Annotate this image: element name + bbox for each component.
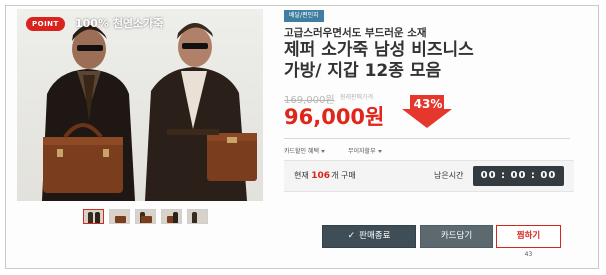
buyers-count: 현재 106개 구매 — [294, 170, 356, 181]
point-caption: 100% 천연소가죽 — [75, 17, 164, 30]
thumbnail-4[interactable] — [161, 209, 182, 224]
product-image: POINT 100% 천연소가죽 — [17, 9, 263, 201]
wishlist-button[interactable]: 찜하기 — [496, 225, 561, 248]
point-badge: POINT — [26, 17, 65, 31]
sale-price: 96,000원 — [284, 105, 385, 129]
buyers-prefix: 현재 — [294, 171, 309, 180]
interest-free-label: 무이자할부 — [348, 148, 376, 155]
category-tag: 배달/편인지 — [284, 10, 324, 22]
countdown-timer: 00 : 00 : 00 — [473, 166, 564, 186]
chevron-down-icon — [321, 150, 326, 153]
product-title-line-2: 가방/ 지갑 12종 모음 — [284, 61, 442, 81]
thumbnail-3[interactable] — [135, 209, 156, 224]
price-divider — [284, 138, 570, 139]
sold-out-label: 판매종료 — [359, 231, 391, 241]
interest-free-option[interactable]: 무이자할부 — [348, 146, 382, 155]
check-icon: ✓ — [347, 231, 356, 241]
product-title: 제퍼 소가죽 남성 비즈니스 가방/ 지갑 12종 모음 — [284, 40, 564, 82]
thumbnail-1[interactable] — [83, 209, 104, 224]
buyers-number: 106 — [311, 171, 331, 181]
sold-out-button[interactable]: ✓ 판매종료 — [322, 225, 416, 248]
product-subtitle: 고급스러우면서도 부드러운 소재 — [284, 27, 427, 39]
product-photo-illustration — [42, 23, 257, 201]
wishlist-count: 43 — [524, 251, 533, 258]
thumbnail-5[interactable] — [187, 209, 208, 224]
purchase-counter-row: 현재 106개 구매 남은시간 00 : 00 : 00 — [284, 160, 574, 192]
chevron-down-icon — [377, 150, 382, 153]
thumbnail-2[interactable] — [109, 209, 130, 224]
discount-rate: 43% — [413, 97, 443, 111]
card-discount-option[interactable]: 카드할인 혜택 — [284, 146, 326, 155]
add-to-cart-button[interactable]: 카드담기 — [420, 225, 493, 248]
product-title-line-1: 제퍼 소가죽 남성 비즈니스 — [284, 40, 474, 60]
card-discount-label: 카드할인 혜택 — [284, 148, 320, 155]
remaining-time-label: 남은시간 — [434, 171, 464, 180]
original-price-note: 원래판매가격 — [340, 94, 374, 101]
buyers-suffix: 개 구매 — [331, 171, 356, 180]
